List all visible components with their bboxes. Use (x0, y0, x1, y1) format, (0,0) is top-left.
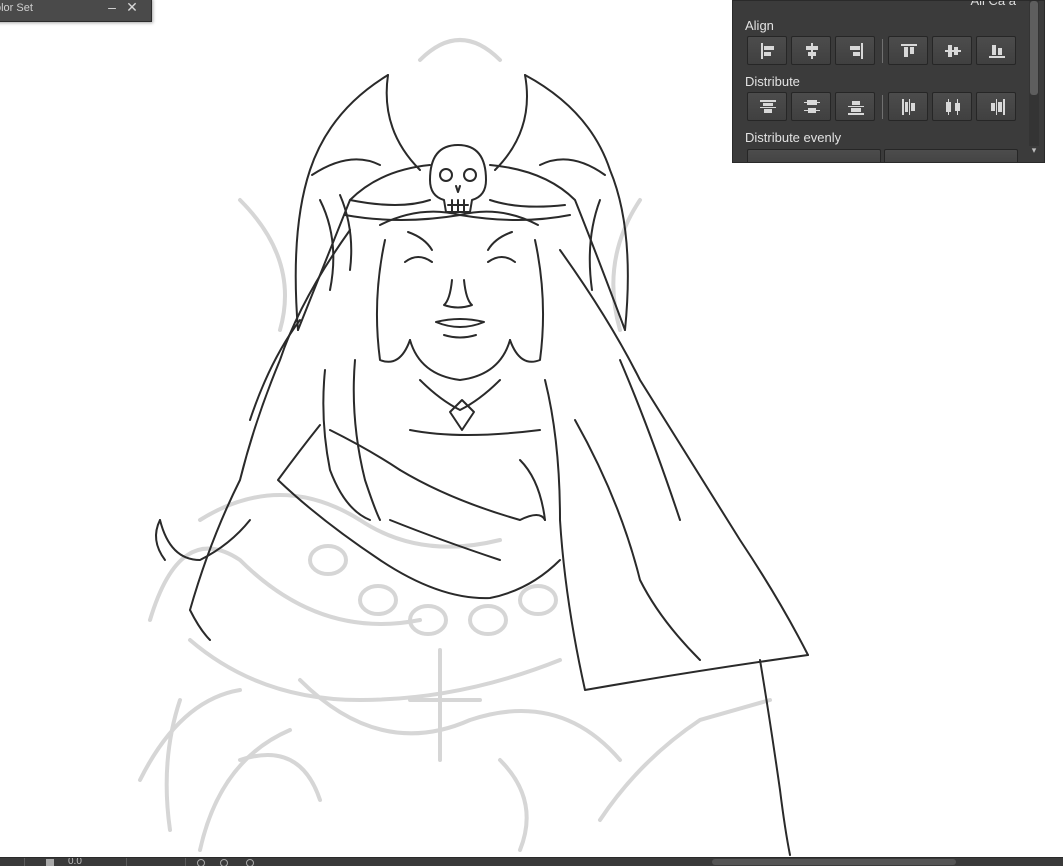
align-right-icon (850, 43, 863, 59)
distribute-bottom-button[interactable] (835, 92, 875, 121)
distribute-center-horizontal-icon (946, 99, 960, 115)
distribute-evenly-horizontal-button[interactable] (884, 149, 1018, 162)
sketch-layer (138, 38, 772, 852)
distribute-left-icon (902, 99, 915, 115)
distribute-top-button[interactable] (747, 92, 787, 121)
align-center-horizontal-icon (806, 43, 818, 59)
distribute-section-label: Distribute (745, 74, 800, 89)
align-row-separator (882, 39, 883, 63)
minimize-icon[interactable]: – (103, 0, 121, 17)
align-section-label: Align (745, 18, 774, 33)
align-bottom-button[interactable] (976, 36, 1016, 65)
distribute-evenly-vertical-button[interactable] (747, 149, 881, 162)
align-top-icon (901, 44, 917, 57)
distribute-right-icon (991, 99, 1005, 115)
distribute-right-button[interactable] (976, 92, 1016, 121)
close-icon[interactable]: ✕ (123, 0, 141, 17)
distribute-row-separator (882, 95, 883, 119)
distribute-center-vertical-button[interactable] (791, 92, 831, 121)
align-center-vertical-icon (945, 45, 961, 57)
align-docker-panel: Ali Ca a Align Distribute Distribute eve… (732, 0, 1045, 163)
align-right-button[interactable] (835, 36, 875, 65)
align-center-horizontal-button[interactable] (791, 36, 831, 65)
align-bottom-icon (989, 45, 1005, 58)
distribute-center-horizontal-button[interactable] (932, 92, 972, 121)
align-center-vertical-button[interactable] (932, 36, 972, 65)
scrollbar-thumb[interactable] (1030, 1, 1038, 95)
panel-scrollbar[interactable] (1029, 1, 1039, 146)
align-to-canvas-label: Ali Ca a (970, 0, 1016, 8)
color-set-title: olor Set (0, 2, 33, 14)
zoom-slider[interactable] (712, 859, 956, 865)
align-top-button[interactable] (888, 36, 928, 65)
align-left-button[interactable] (747, 36, 787, 65)
distribute-evenly-section-label: Distribute evenly (745, 130, 842, 145)
distribute-center-vertical-icon (804, 100, 820, 113)
color-set-window[interactable]: olor Set – ✕ (0, 0, 152, 22)
distribute-bottom-icon (848, 101, 864, 115)
align-left-icon (761, 43, 774, 59)
distribute-left-button[interactable] (888, 92, 928, 121)
scroll-down-arrow-icon[interactable]: ▾ (1029, 143, 1039, 157)
distribute-top-icon (760, 100, 776, 113)
ink-layer (155, 74, 809, 856)
